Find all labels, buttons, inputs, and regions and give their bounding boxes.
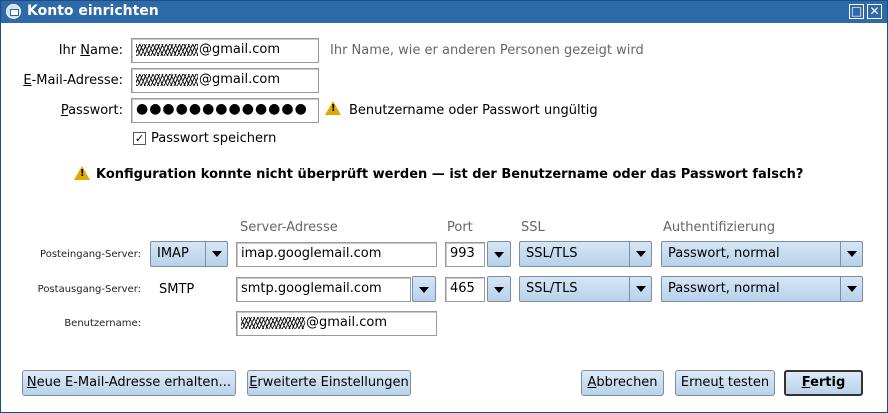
cancel-button[interactable]: Abbrechen <box>581 370 664 396</box>
maximize-button[interactable]: □ <box>849 4 864 19</box>
remember-password-checkbox[interactable]: ✓ <box>133 132 146 145</box>
chevron-down-icon <box>494 287 504 293</box>
chevron-down-icon <box>847 251 857 257</box>
incoming-port-dropdown[interactable] <box>487 241 511 267</box>
chevron-down-icon <box>419 287 429 293</box>
redacted-name <box>136 43 198 56</box>
incoming-protocol-select[interactable]: IMAP <box>150 241 228 267</box>
password-warning: Benutzername oder Passwort ungültig <box>349 103 598 118</box>
done-button[interactable]: Fertig <box>784 370 863 396</box>
chevron-down-icon <box>636 286 646 292</box>
outgoing-host-field[interactable]: smtp.googlemail.com <box>236 277 411 302</box>
redacted-email <box>136 73 198 86</box>
close-button[interactable]: ✕ <box>867 4 882 19</box>
outgoing-server-label: Postausgang-Server: <box>37 284 141 295</box>
password-field[interactable]: ●●●●●●●●●●●●● <box>131 98 319 123</box>
email-label: E-Mail-Adresse: <box>23 73 123 88</box>
header-authentication: Authentifizierung <box>663 220 776 235</box>
header-ssl: SSL <box>521 220 545 235</box>
chevron-down-icon <box>636 251 646 257</box>
chevron-down-icon <box>847 286 857 292</box>
incoming-server-label: Posteingang-Server: <box>40 249 141 260</box>
outgoing-host-dropdown[interactable] <box>412 276 436 302</box>
outgoing-port-field[interactable]: 465 <box>445 277 485 302</box>
redacted-username <box>241 316 305 329</box>
chevron-down-icon <box>212 251 222 257</box>
warning-icon <box>325 101 341 115</box>
incoming-host-field[interactable]: imap.googlemail.com <box>236 242 437 267</box>
account-setup-dialog: Konto einrichten □ ✕ Ihr Name: @gmail.co… <box>0 0 888 413</box>
thunderbird-app-icon <box>6 4 21 19</box>
outgoing-ssl-select[interactable]: SSL/TLS <box>519 276 652 302</box>
username-field[interactable]: @gmail.com <box>236 311 437 336</box>
incoming-ssl-select[interactable]: SSL/TLS <box>519 241 652 267</box>
incoming-port-field[interactable]: 993 <box>445 242 485 267</box>
name-field[interactable]: @gmail.com <box>131 38 319 63</box>
email-field[interactable]: @gmail.com <box>131 68 319 93</box>
password-label: Passwort: <box>60 103 123 118</box>
name-hint: Ihr Name, wie er anderen Personen gezeig… <box>330 43 644 58</box>
name-label: Ihr Name: <box>58 43 123 58</box>
title-bar: Konto einrichten □ ✕ <box>1 1 887 23</box>
outgoing-auth-select[interactable]: Passwort, normal <box>661 276 863 302</box>
outgoing-protocol: SMTP <box>159 282 195 297</box>
outgoing-port-dropdown[interactable] <box>487 276 511 302</box>
configuration-warning: Konfiguration konnte nicht überprüft wer… <box>96 167 804 182</box>
username-label: Benutzername: <box>64 318 141 329</box>
warning-icon <box>74 166 90 180</box>
new-email-address-button[interactable]: Neue E-Mail-Adresse erhalten... <box>22 370 236 396</box>
window-title: Konto einrichten <box>27 3 159 19</box>
remember-password-label: Passwort speichern <box>151 131 277 146</box>
header-port: Port <box>447 220 473 235</box>
header-server-address: Server-Adresse <box>240 220 338 235</box>
retest-button[interactable]: Erneut testen <box>675 370 775 396</box>
advanced-settings-button[interactable]: Erweiterte Einstellungen <box>247 370 411 396</box>
incoming-auth-select[interactable]: Passwort, normal <box>661 241 863 267</box>
chevron-down-icon <box>494 252 504 258</box>
